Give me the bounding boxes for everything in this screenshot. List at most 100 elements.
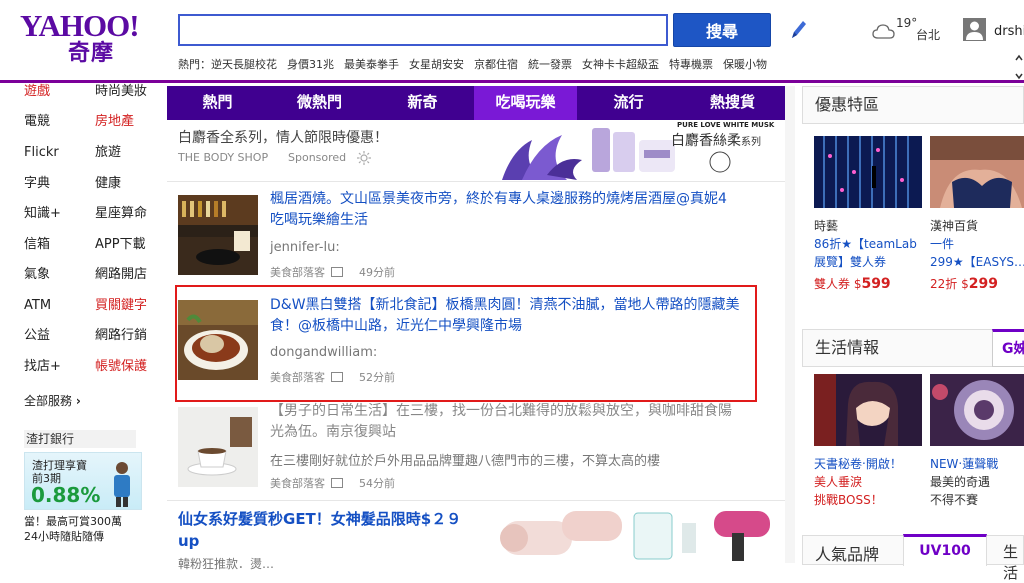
life-title-line1[interactable]: NEW‧蓮聲戰 <box>930 455 1024 473</box>
nav-item-local[interactable]: 找店+ <box>24 358 61 376</box>
share-icon[interactable] <box>331 372 343 382</box>
nav-item-mail[interactable]: 信箱 <box>24 236 50 254</box>
nav-item-account-protect[interactable]: 帳號保護 <box>95 358 147 376</box>
tab-trending[interactable]: 微熱門 <box>268 86 371 120</box>
sponsored-item[interactable]: 白麝香全系列，情人節限時優惠！ THE BODY SHOP Sponsored … <box>167 120 785 182</box>
nav-item-horoscope[interactable]: 星座算命 <box>95 205 147 223</box>
deal-title-line1[interactable]: 86折★【teamLab <box>814 235 922 253</box>
feed-author: dongandwilliam: <box>270 345 378 360</box>
popular-brands-header: 人氣品牌 UV100 生活 <box>802 534 1024 582</box>
tab-novel[interactable]: 新奇 <box>371 86 474 120</box>
sponsored-item[interactable]: 仙女系好髮質秒GET！女神髮品限時$２９up 韓粉狂推款．燙… <box>167 500 785 571</box>
bank-ad-banner[interactable]: 渣打理享寶 前3期 0.88% <box>24 452 142 510</box>
nav-item-flickr[interactable]: Flickr <box>24 144 59 162</box>
hot-keyword[interactable]: 京都住宿 <box>474 58 518 71</box>
nav-item-app[interactable]: APP下載 <box>95 236 146 254</box>
feed-item[interactable]: 楓居酒燒。文山區景美夜市旁，終於有專人桌邊服務的燒烤居酒屋@真妮4吃喝玩樂繪生活… <box>167 182 785 287</box>
hot-keyword[interactable]: 逆天長腿校花 <box>211 58 277 71</box>
weather-widget[interactable]: 19° 台北 <box>872 16 952 48</box>
sponsored-ad-image[interactable] <box>492 120 782 180</box>
deal-title-line1[interactable]: 一件 <box>930 235 1024 253</box>
hot-keyword[interactable]: 保暖小物 <box>723 58 767 71</box>
life-title-line1[interactable]: 天書秘卷‧開啟！ <box>814 455 922 473</box>
tab-life[interactable]: 生活 <box>1003 541 1023 583</box>
bank-note[interactable]: 當！最高可賞300萬 24小時隨貼隨傳 <box>24 514 154 544</box>
nav-item-realestate[interactable]: 房地產 <box>95 113 134 131</box>
deal-title-line2[interactable]: 299★【EASYS… <box>930 253 1024 271</box>
hot-keyword[interactable]: 統一發票 <box>528 58 572 71</box>
life-title-line2[interactable]: 最美的奇遇 <box>930 473 1024 491</box>
hot-keyword[interactable]: 女神卡卡超級盃 <box>582 58 659 71</box>
nav-item-keywords[interactable]: 買關鍵字 <box>95 297 147 315</box>
tab-fashion[interactable]: 流行 <box>577 86 680 120</box>
search-input[interactable] <box>178 14 668 46</box>
nav-item-charity[interactable]: 公益 <box>24 327 50 345</box>
tab-food-fun[interactable]: 吃喝玩樂 <box>474 86 577 120</box>
nav-item-fashion[interactable]: 時尚美妝 <box>95 83 147 101</box>
life-title-line3[interactable]: 不得不賽 <box>930 491 1024 509</box>
life-title-line3[interactable]: 挑戰BOSS！ <box>814 491 922 509</box>
deal-card[interactable]: 漢神百貨 一件 299★【EASYS… 22折 $299 <box>930 136 1024 293</box>
tab-g-sister[interactable]: G姊 <box>992 329 1024 367</box>
sun-icon[interactable] <box>357 151 371 165</box>
life-card[interactable]: 天書秘卷‧開啟！ 美人垂淚 挑戰BOSS！ <box>814 374 922 509</box>
feed-thumbnail[interactable] <box>178 300 258 380</box>
sponsored-title[interactable]: 仙女系好髮質秒GET！女神髮品限時$２９up <box>178 508 478 552</box>
feed-thumbnail[interactable] <box>178 195 258 275</box>
feed-item[interactable]: 【男子的日常生活】在三樓，找一份台北難得的放鬆與放空，與咖啡甜食陽光為伍。南京復… <box>167 397 785 500</box>
share-icon[interactable] <box>331 478 343 488</box>
life-title-line2[interactable]: 美人垂淚 <box>814 473 922 491</box>
nav-item-games[interactable]: 遊戲 <box>24 83 50 101</box>
sponsored-title[interactable]: 白麝香全系列，情人節限時優惠！ <box>178 127 388 147</box>
tab-uv100[interactable]: UV100 <box>903 534 987 566</box>
main-scrollbar[interactable] <box>785 86 795 563</box>
feed-description: 在三樓剛好就位於戶外用品品牌璽趣八德門市的三樓，不算太高的樓 <box>270 454 661 469</box>
nav-item-travel[interactable]: 旅遊 <box>95 144 121 162</box>
feed-source: 美食部落客 <box>270 477 325 490</box>
hot-keyword[interactable]: 身價31兆 <box>287 58 334 71</box>
hot-keyword[interactable]: 特專機票 <box>669 58 713 71</box>
share-icon[interactable] <box>331 267 343 277</box>
feed-title[interactable]: D&W黑白雙搭【新北食記】板橋黑肉圓！清燕不油膩，當地人帶路的隱藏美食！@板橋中… <box>270 295 740 337</box>
user-menu[interactable]: drshin <box>963 18 1024 48</box>
life-card[interactable]: NEW‧蓮聲戰 最美的奇遇 不得不賽 <box>930 374 1024 509</box>
bank-note-line1: 當！最高可賞300萬 <box>24 515 122 528</box>
hot-keyword[interactable]: 最美泰拳手 <box>344 58 399 71</box>
sponsored-ad-image[interactable] <box>492 503 782 563</box>
logo-text-zh: 奇摩 <box>68 41 115 66</box>
nav-item-esports[interactable]: 電競 <box>24 113 50 131</box>
deal-card[interactable]: 時藝 86折★【teamLab 展覽】雙人券 雙人券 $599 <box>814 136 922 293</box>
tab-hot-search[interactable]: 熱搜貨 <box>680 86 785 120</box>
life-image[interactable] <box>930 374 1024 446</box>
feed-time: 54分前 <box>359 477 395 490</box>
scroll-arrow-icon[interactable] <box>1014 52 1024 82</box>
deal-image[interactable] <box>930 136 1024 208</box>
feed-item[interactable]: D&W黑白雙搭【新北食記】板橋黑肉圓！清燕不油膩，當地人帶路的隱藏美食！@板橋中… <box>167 287 785 397</box>
feed-time: 52分前 <box>359 371 395 384</box>
content-tabbar: 熱門 微熱門 新奇 吃喝玩樂 流行 熱搜貨 <box>167 86 785 120</box>
nav-item-store[interactable]: 網路開店 <box>95 266 147 284</box>
life-image[interactable] <box>814 374 922 446</box>
nav-item-answers[interactable]: 知識+ <box>24 205 61 223</box>
deal-shop: 時藝 <box>814 219 839 233</box>
deal-shop: 漢神百貨 <box>930 219 979 233</box>
hot-keyword[interactable]: 女星胡安安 <box>409 58 464 71</box>
feed-thumbnail[interactable] <box>178 407 258 487</box>
feed-title[interactable]: 【男子的日常生活】在三樓，找一份台北難得的放鬆與放空，與咖啡甜食陽光為伍。南京復… <box>270 401 740 443</box>
yahoo-logo[interactable]: YAHOO! 奇摩 <box>20 8 140 70</box>
nav-item-atm[interactable]: ATM <box>24 297 51 315</box>
deal-title-line2[interactable]: 展覽】雙人券 <box>814 253 922 271</box>
tab-popular[interactable]: 熱門 <box>167 86 268 120</box>
nav-item-marketing[interactable]: 網路行銷 <box>95 327 147 345</box>
all-services-label: 全部服務 <box>24 394 73 408</box>
deal-image[interactable] <box>814 136 922 208</box>
nav-item-health[interactable]: 健康 <box>95 175 121 193</box>
search-button[interactable]: 搜尋 <box>673 13 771 47</box>
nav-item-weather[interactable]: 氣象 <box>24 266 50 284</box>
deal-price: 雙人券 $599 <box>814 276 891 292</box>
pen-icon[interactable] <box>788 18 808 42</box>
nav-item-dictionary[interactable]: 字典 <box>24 175 50 193</box>
hot-keywords-bar: 熱門：逆天長腿校花 身價31兆 最美泰拳手 女星胡安安 京都住宿 統一發票 女神卡卡超級盃特… <box>178 56 938 74</box>
all-services-link[interactable]: 全部服務 › <box>24 392 81 409</box>
feed-title[interactable]: 楓居酒燒。文山區景美夜市旁，終於有專人桌邊服務的燒烤居酒屋@真妮4吃喝玩樂繪生活 <box>270 189 740 231</box>
